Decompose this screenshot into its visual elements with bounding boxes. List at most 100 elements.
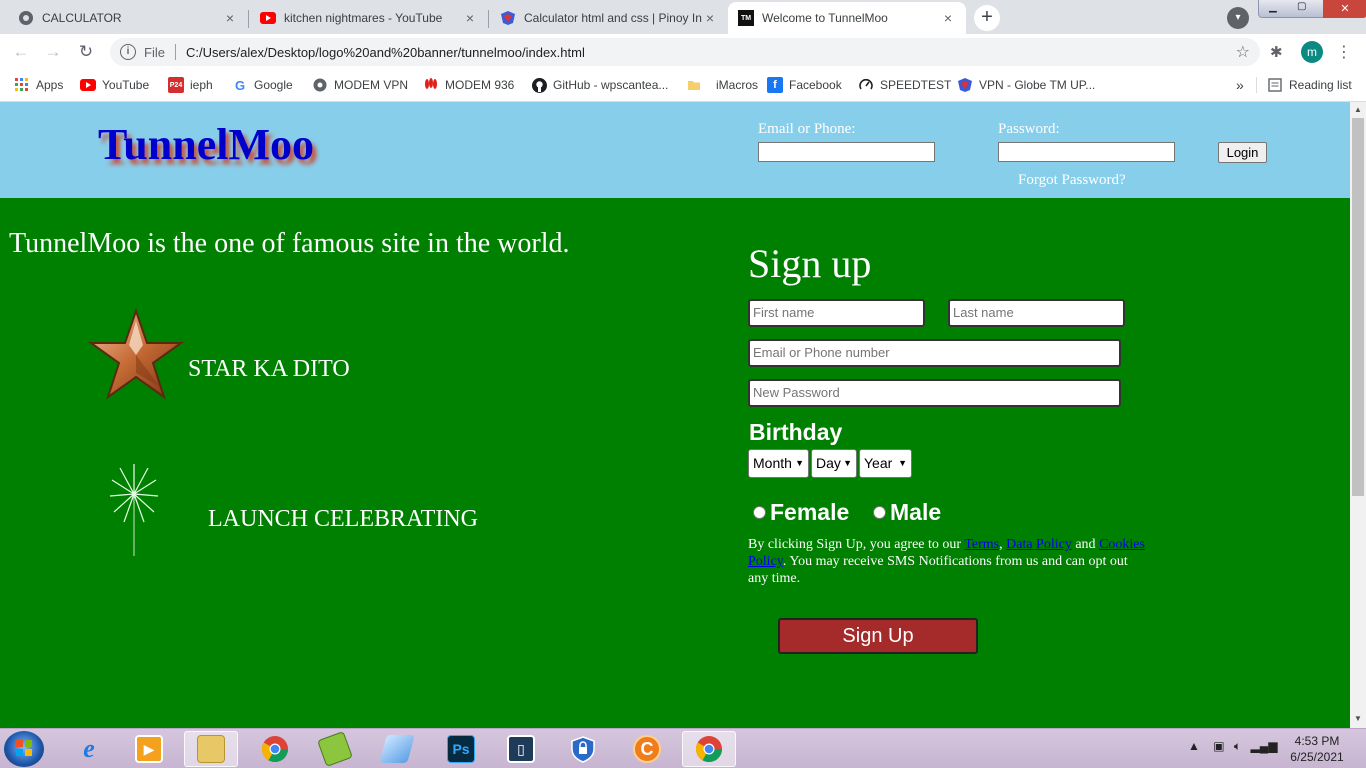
- shield-logo-icon: [500, 10, 516, 26]
- first-name-input[interactable]: First name: [748, 299, 925, 327]
- forgot-password-link[interactable]: Forgot Password?: [1018, 172, 1126, 189]
- windows-logo-icon: [16, 740, 32, 756]
- day-select-value: Day: [816, 455, 841, 471]
- bookmark-google[interactable]: G Google: [232, 77, 293, 93]
- bookmark-youtube[interactable]: YouTube: [80, 77, 149, 93]
- data-policy-link[interactable]: Data Policy: [1006, 537, 1072, 552]
- reading-list-button[interactable]: Reading list: [1256, 77, 1352, 93]
- globe-icon: [18, 10, 34, 26]
- info-icon[interactable]: i: [120, 44, 136, 60]
- volume-icon[interactable]: 🔈︎: [1234, 739, 1241, 753]
- extensions-puzzle-icon[interactable]: ✱: [1270, 43, 1283, 61]
- taskbar-photoshop[interactable]: Ps: [434, 731, 488, 767]
- close-tab-icon[interactable]: ×: [702, 10, 718, 26]
- taskbar-app-coin[interactable]: C: [620, 731, 674, 767]
- globe-icon: [312, 77, 328, 93]
- tab-title: Welcome to TunnelMoo: [762, 11, 888, 25]
- signal-bars-icon[interactable]: ▂▄▆: [1250, 739, 1277, 753]
- male-label: Male: [890, 499, 942, 525]
- maximize-icon[interactable]: ▢: [1297, 1, 1306, 12]
- bookmark-modem-936[interactable]: MODEM 936: [423, 77, 514, 93]
- bookmark-star-icon[interactable]: ☆: [1236, 42, 1250, 62]
- bookmark-github[interactable]: GitHub - wpscantea...: [531, 77, 668, 93]
- tab-calculator[interactable]: CALCULATOR ×: [8, 2, 248, 34]
- close-tab-icon[interactable]: ×: [462, 10, 478, 26]
- taskbar-app-green[interactable]: [308, 731, 362, 767]
- bookmark-imacros[interactable]: iMacros: [686, 77, 758, 93]
- profile-avatar[interactable]: m: [1301, 41, 1323, 63]
- huawei-icon: [423, 77, 439, 93]
- radio-female[interactable]: [753, 506, 766, 519]
- firework-icon: [104, 460, 164, 560]
- scroll-up-icon[interactable]: ▲: [1354, 105, 1362, 114]
- tab-tunnelmoo[interactable]: TM Welcome to TunnelMoo ×: [728, 2, 966, 34]
- gender-male-option[interactable]: Male: [873, 499, 941, 526]
- reading-list-icon: [1267, 77, 1283, 93]
- speedtest-icon: [858, 77, 874, 93]
- bookmark-speedtest[interactable]: SPEEDTEST: [858, 77, 951, 93]
- close-tab-icon[interactable]: ×: [940, 10, 956, 26]
- network-device-icon[interactable]: ▣: [1213, 739, 1224, 753]
- radio-male[interactable]: [873, 506, 886, 519]
- bookmarks-overflow-button[interactable]: »: [1236, 77, 1244, 93]
- terms-link[interactable]: Terms: [964, 537, 999, 552]
- reload-icon[interactable]: ↻: [75, 41, 97, 63]
- bookmark-vpn-globe[interactable]: VPN - Globe TM UP...: [957, 77, 1095, 93]
- youtube-icon: [80, 77, 96, 93]
- start-button[interactable]: [4, 731, 44, 767]
- apps-grid-icon: [14, 77, 30, 93]
- close-window-icon[interactable]: ✕: [1323, 0, 1366, 18]
- page-viewport: TunnelMoo Email or Phone: Password: Logi…: [0, 102, 1350, 728]
- clock-time: 4:53 PM: [1294, 734, 1340, 748]
- taskbar-chrome[interactable]: [248, 731, 302, 767]
- close-tab-icon[interactable]: ×: [222, 10, 238, 26]
- login-email-input[interactable]: [758, 142, 935, 162]
- scroll-thumb[interactable]: [1352, 118, 1364, 496]
- signup-button[interactable]: Sign Up: [778, 618, 978, 654]
- last-name-input[interactable]: Last name: [948, 299, 1125, 327]
- minimize-icon[interactable]: ▁: [1269, 2, 1277, 13]
- vertical-scrollbar[interactable]: ▲ ▼: [1350, 102, 1366, 728]
- bookmark-modem-vpn[interactable]: MODEM VPN: [312, 77, 408, 93]
- tab-search-icon[interactable]: ▾: [1227, 7, 1249, 29]
- login-password-input[interactable]: [998, 142, 1175, 162]
- url-text[interactable]: C:/Users/alex/Desktop/logo%20and%20banne…: [186, 45, 1236, 60]
- tab-divider: [488, 10, 489, 28]
- bookmark-apps[interactable]: Apps: [14, 77, 63, 93]
- address-bar[interactable]: i File C:/Users/alex/Desktop/logo%20and%…: [110, 38, 1260, 66]
- month-select-value: Month: [753, 455, 792, 471]
- taskbar-app-security[interactable]: [556, 731, 610, 767]
- taskbar-explorer[interactable]: [184, 731, 238, 767]
- tray-expand-icon[interactable]: ▲: [1188, 739, 1200, 753]
- back-arrow-icon[interactable]: ←: [10, 41, 32, 63]
- new-tab-button[interactable]: +: [974, 5, 1000, 31]
- login-button[interactable]: Login: [1218, 142, 1267, 163]
- chrome-icon: [695, 735, 723, 763]
- youtube-icon: [260, 10, 276, 26]
- bookmark-label: iMacros: [716, 78, 759, 92]
- taskbar-ie[interactable]: e: [62, 731, 116, 767]
- day-select[interactable]: Day ▼: [811, 449, 857, 478]
- scroll-down-icon[interactable]: ▼: [1354, 714, 1362, 723]
- new-password-input[interactable]: New Password: [748, 379, 1121, 407]
- tab-title: CALCULATOR: [42, 11, 122, 25]
- taskbar-app-blue[interactable]: [370, 731, 424, 767]
- month-select[interactable]: Month ▼: [748, 449, 809, 478]
- site-logo[interactable]: TunnelMoo: [98, 119, 314, 170]
- taskbar-app-frame[interactable]: ▯: [494, 731, 548, 767]
- gender-female-option[interactable]: Female: [753, 499, 849, 526]
- taskbar-media-player[interactable]: ▶: [122, 731, 176, 767]
- forward-arrow-icon[interactable]: →: [42, 41, 64, 63]
- star-icon: [87, 307, 185, 403]
- taskbar-chrome-active[interactable]: [682, 731, 736, 767]
- email-phone-input[interactable]: Email or Phone number: [748, 339, 1121, 367]
- tab-youtube[interactable]: kitchen nightmares - YouTube ×: [250, 2, 488, 34]
- bookmark-label: Facebook: [789, 78, 842, 92]
- bookmark-ieph[interactable]: P24 ieph: [168, 77, 213, 93]
- taskbar-clock[interactable]: 4:53 PM 6/25/2021: [1282, 733, 1352, 765]
- menu-kebab-icon[interactable]: ⋮: [1336, 42, 1352, 62]
- year-select[interactable]: Year ▼: [859, 449, 912, 478]
- bookmark-facebook[interactable]: f Facebook: [767, 77, 842, 93]
- tab-title: kitchen nightmares - YouTube: [284, 11, 443, 25]
- tab-pinoy[interactable]: Calculator html and css | Pinoy In ×: [490, 2, 728, 34]
